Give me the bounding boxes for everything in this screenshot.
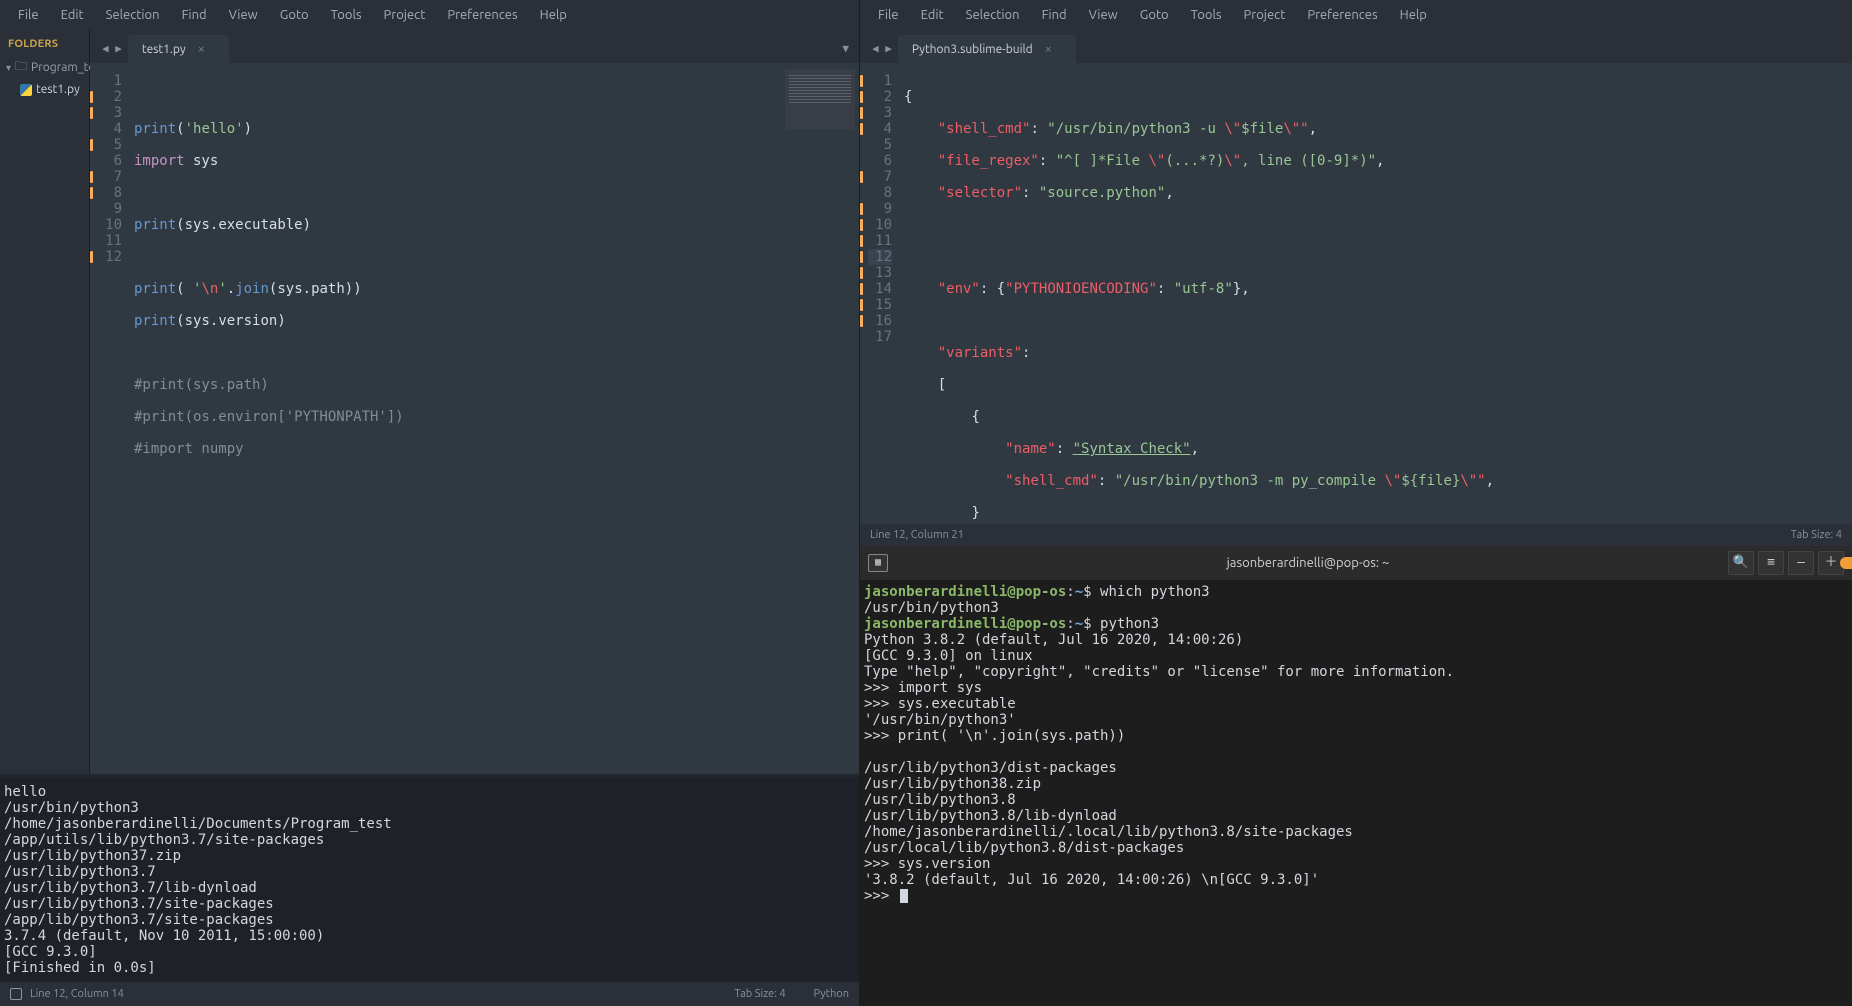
- line-num: 11: [98, 233, 122, 249]
- line-num: ▸10: [98, 217, 122, 233]
- left-menubar: File Edit Selection Find View Goto Tools…: [0, 0, 859, 30]
- cursor: [900, 889, 908, 903]
- new-tab-icon[interactable]: ▦: [868, 554, 888, 572]
- tab-label: Python3.sublime-build: [912, 43, 1033, 56]
- menu-find[interactable]: Find: [1032, 4, 1077, 26]
- gutter: 1 2 3 4 5 6 7 8 9 10 11 12 13 14 15 16 1…: [860, 63, 904, 524]
- status-position: Line 12, Column 21: [870, 529, 964, 541]
- menu-preferences[interactable]: Preferences: [1297, 4, 1387, 26]
- menu-preferences[interactable]: Preferences: [437, 4, 527, 26]
- search-icon[interactable]: 🔍: [1728, 551, 1754, 575]
- menu-help[interactable]: Help: [530, 4, 577, 26]
- menu-selection[interactable]: Selection: [956, 4, 1030, 26]
- tab-build-file[interactable]: Python3.sublime-build ×: [898, 35, 1076, 63]
- line-num: 9: [98, 201, 122, 217]
- line-num: 12: [98, 249, 122, 265]
- sidebar-title: FOLDERS: [0, 30, 89, 54]
- menu-project[interactable]: Project: [374, 4, 436, 26]
- code-area[interactable]: { "shell_cmd": "/usr/bin/python3 -u \"$f…: [904, 63, 1494, 524]
- right-menubar: File Edit Selection Find View Goto Tools…: [860, 0, 1852, 30]
- tab-test1[interactable]: test1.py ×: [128, 35, 229, 63]
- menu-edit[interactable]: Edit: [911, 4, 954, 26]
- build-output[interactable]: hello /usr/bin/python3 /home/jasonberard…: [0, 778, 859, 982]
- statusbar-right: Line 12, Column 21 Tab Size: 4: [860, 524, 1852, 546]
- terminal-title: jasonberardinelli@pop-os: ~: [896, 555, 1720, 571]
- minimap[interactable]: [785, 69, 855, 129]
- menu-tools[interactable]: Tools: [1181, 4, 1232, 26]
- status-position: Line 12, Column 14: [30, 988, 124, 1000]
- status-tabsize[interactable]: Tab Size: 4: [734, 988, 785, 1000]
- menu-find[interactable]: Find: [172, 4, 217, 26]
- gutter: 1 2 3 4 5 6 7 8 9 ▸10 11 12: [90, 63, 134, 774]
- minimize-icon[interactable]: —: [1788, 551, 1814, 575]
- menu-selection[interactable]: Selection: [96, 4, 170, 26]
- sidebar-file[interactable]: test1.py: [0, 81, 89, 98]
- right-tabs-row: ◀ ▶ Python3.sublime-build ×: [860, 30, 1852, 63]
- line-num: 3: [98, 105, 122, 121]
- menu-edit[interactable]: Edit: [51, 4, 94, 26]
- terminal[interactable]: ▦ jasonberardinelli@pop-os: ~ 🔍 ≡ — ＋ ja…: [860, 546, 1852, 1006]
- tab-history-arrows[interactable]: ◀ ▶: [96, 42, 128, 63]
- menu-project[interactable]: Project: [1234, 4, 1296, 26]
- line-num: 7: [98, 169, 122, 185]
- tabs-row: ◀ ▶ test1.py × ▼: [90, 30, 859, 63]
- hamburger-icon[interactable]: ≡: [1758, 551, 1784, 575]
- file-label: test1.py: [36, 83, 80, 96]
- tab-history-arrows[interactable]: ◀ ▶: [866, 42, 898, 63]
- status-tabsize[interactable]: Tab Size: 4: [1791, 529, 1842, 541]
- menu-tools[interactable]: Tools: [321, 4, 372, 26]
- panel-switcher-icon[interactable]: [10, 988, 22, 1000]
- line-num: 2: [98, 89, 122, 105]
- menu-file[interactable]: File: [868, 4, 909, 26]
- folder-arrow-icon: ▾: [6, 62, 11, 74]
- statusbar-left: Line 12, Column 14 Tab Size: 4 Python: [0, 982, 859, 1006]
- line-num: 5: [98, 137, 122, 153]
- status-syntax[interactable]: Python: [814, 988, 849, 1000]
- line-num: 6: [98, 153, 122, 169]
- editor[interactable]: 1 2 3 4 5 6 7 8 9 ▸10 11 12 print('hello…: [90, 63, 859, 774]
- tab-dropdown-icon[interactable]: ▼: [832, 42, 859, 63]
- menu-goto[interactable]: Goto: [1130, 4, 1179, 26]
- terminal-body[interactable]: jasonberardinelli@pop-os:~$ which python…: [860, 580, 1852, 908]
- menu-help[interactable]: Help: [1390, 4, 1437, 26]
- tab-label: test1.py: [142, 43, 186, 56]
- python-icon: [20, 84, 32, 96]
- line-num: 8: [98, 185, 122, 201]
- close-icon[interactable]: ×: [1045, 42, 1052, 56]
- sidebar-folder[interactable]: ▾ 🗀 Program_tes: [0, 54, 89, 81]
- close-window-icon[interactable]: [1840, 557, 1852, 569]
- folder-icon: 🗀: [15, 57, 27, 78]
- menu-view[interactable]: View: [219, 4, 268, 26]
- menu-goto[interactable]: Goto: [270, 4, 319, 26]
- code-area[interactable]: print('hello') import sys print(sys.exec…: [134, 63, 404, 774]
- close-icon[interactable]: ×: [198, 42, 205, 56]
- line-num: 1: [98, 73, 122, 89]
- terminal-header: ▦ jasonberardinelli@pop-os: ~ 🔍 ≡ — ＋: [860, 546, 1852, 580]
- menu-file[interactable]: File: [8, 4, 49, 26]
- right-editor[interactable]: 1 2 3 4 5 6 7 8 9 10 11 12 13 14 15 16 1…: [860, 63, 1852, 524]
- line-num: 4: [98, 121, 122, 137]
- menu-view[interactable]: View: [1079, 4, 1128, 26]
- sidebar: FOLDERS ▾ 🗀 Program_tes test1.py: [0, 30, 90, 774]
